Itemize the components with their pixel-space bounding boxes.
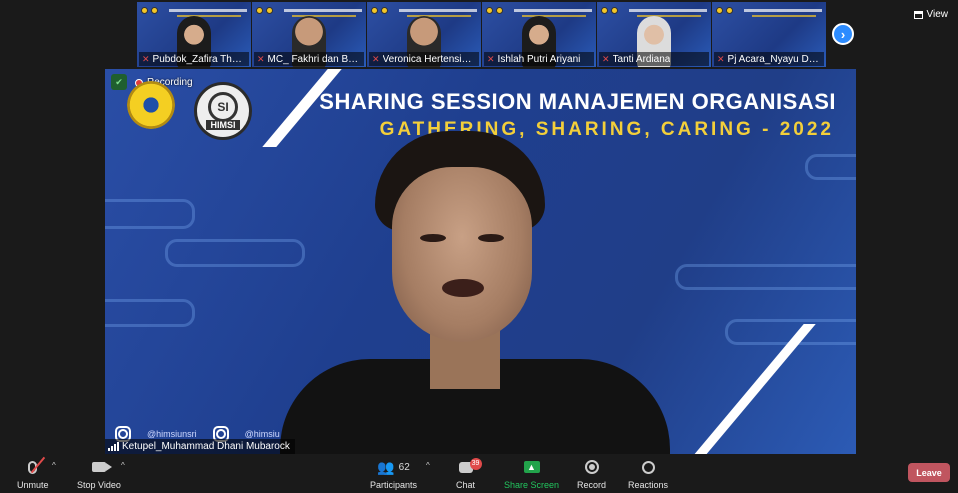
participant-label: ✕ MC_ Fakhri dan Brintha bbox=[254, 52, 364, 66]
participant-name: Pubdok_Zafira Thuraya bbox=[152, 53, 246, 65]
leave-button[interactable]: Leave bbox=[908, 463, 950, 482]
social-handle: @himsiu bbox=[244, 429, 280, 439]
speaker-face bbox=[392, 167, 532, 342]
signal-strength-icon bbox=[108, 442, 119, 451]
speaker-mouth bbox=[442, 279, 484, 297]
participant-thumbnail-strip: ✕ Pubdok_Zafira Thuraya ✕ MC_ Fakhri dan… bbox=[137, 2, 826, 67]
video-camera-icon bbox=[91, 462, 112, 472]
participant-name: Veronica Hertensia Le... bbox=[382, 53, 476, 65]
record-icon bbox=[584, 460, 599, 474]
participants-count: 62 bbox=[398, 461, 410, 473]
chevron-right-icon: › bbox=[840, 26, 846, 42]
background-wave bbox=[805, 154, 856, 180]
participants-button[interactable]: 👥 62 Participants bbox=[370, 457, 418, 491]
chat-bubble-icon: 39 bbox=[458, 457, 482, 473]
video-options-chevron-icon[interactable]: ^ bbox=[121, 461, 125, 470]
view-button[interactable]: View bbox=[913, 9, 949, 20]
participant-thumbnail[interactable]: ✕ Pj Acara_Nyayu Dwi T... bbox=[712, 2, 826, 67]
meeting-toolbar: Unmute ^ Stop Video ^ 👥 62 Participants ^… bbox=[0, 455, 958, 493]
chat-label: Chat bbox=[456, 480, 476, 490]
background-wave bbox=[675, 264, 856, 290]
reactions-button[interactable]: Reactions bbox=[628, 457, 668, 490]
participants-icon: 👥 bbox=[377, 458, 395, 475]
event-title: SHARING SESSION MANAJEMEN ORGANISASI bbox=[319, 89, 836, 114]
audio-options-chevron-icon[interactable]: ^ bbox=[52, 461, 56, 470]
encryption-shield-icon[interactable]: ✔ bbox=[111, 74, 127, 90]
stop-video-button[interactable]: Stop Video bbox=[77, 457, 121, 490]
mic-muted-icon: ✕ bbox=[602, 53, 610, 64]
participant-name: Pj Acara_Nyayu Dwi T... bbox=[727, 53, 821, 65]
social-handle: @himsiunsri bbox=[147, 429, 197, 439]
speaker-name: Ketupel_Muhammad Dhani Mubarock bbox=[122, 441, 290, 452]
reactions-label: Reactions bbox=[628, 480, 669, 490]
view-grid-icon bbox=[913, 10, 923, 19]
participant-name: MC_ Fakhri dan Brintha bbox=[267, 53, 361, 65]
participant-thumbnail[interactable]: ✕ Veronica Hertensia Le... bbox=[367, 2, 481, 67]
university-logo bbox=[127, 81, 175, 129]
chat-button[interactable]: 39 Chat bbox=[456, 457, 482, 490]
participants-label: Participants bbox=[370, 480, 418, 490]
share-screen-button[interactable]: ▲ Share Screen bbox=[504, 457, 559, 490]
zoom-meeting-window: ✕ Pubdok_Zafira Thuraya ✕ MC_ Fakhri dan… bbox=[0, 0, 958, 493]
participant-thumbnail[interactable]: ✕ MC_ Fakhri dan Brintha bbox=[252, 2, 366, 67]
participant-label: ✕ Pj Acara_Nyayu Dwi T... bbox=[714, 52, 824, 66]
participant-thumbnail[interactable]: ✕ Tanti Ardiana bbox=[597, 2, 711, 67]
participant-thumbnail[interactable]: ✕ Ishlah Putri Ariyani bbox=[482, 2, 596, 67]
unmute-label: Unmute bbox=[17, 480, 49, 490]
mic-muted-icon: ✕ bbox=[487, 53, 495, 64]
record-button[interactable]: Record bbox=[577, 457, 606, 490]
himsi-si-mark: SI bbox=[208, 92, 238, 122]
participants-options-chevron-icon[interactable]: ^ bbox=[426, 461, 430, 470]
stop-video-label: Stop Video bbox=[77, 480, 121, 490]
mic-muted-icon: ✕ bbox=[257, 53, 265, 64]
participant-label: ✕ Pubdok_Zafira Thuraya bbox=[139, 52, 249, 66]
participant-thumbnail[interactable]: ✕ Pubdok_Zafira Thuraya bbox=[137, 2, 251, 67]
participant-label: ✕ Veronica Hertensia Le... bbox=[369, 52, 479, 66]
speaker-eye bbox=[478, 234, 504, 242]
next-page-button[interactable]: › bbox=[832, 23, 854, 45]
mic-muted-icon: ✕ bbox=[717, 53, 725, 64]
active-speaker-video: ✔ Recording SI HIMSI SHARING SESSION MAN… bbox=[105, 69, 856, 454]
unmute-button[interactable]: Unmute bbox=[17, 456, 49, 490]
share-screen-icon: ▲ bbox=[523, 461, 540, 473]
mic-muted-icon: ✕ bbox=[142, 53, 150, 64]
speaker-eye bbox=[420, 234, 446, 242]
share-screen-label: Share Screen bbox=[504, 480, 560, 490]
background-wave bbox=[105, 299, 195, 327]
chat-unread-badge: 39 bbox=[469, 457, 482, 470]
himsi-logo: SI HIMSI bbox=[194, 82, 252, 140]
mic-muted-icon: ✕ bbox=[372, 53, 380, 64]
participant-name: Ishlah Putri Ariyani bbox=[497, 53, 581, 65]
smiley-plus-icon bbox=[641, 460, 655, 474]
record-label: Record bbox=[577, 480, 607, 490]
speaker-name-tag: Ketupel_Muhammad Dhani Mubarock bbox=[105, 439, 295, 454]
participant-label: ✕ Ishlah Putri Ariyani bbox=[484, 52, 594, 66]
himsi-text: HIMSI bbox=[206, 120, 240, 130]
participant-name: Tanti Ardiana bbox=[612, 53, 671, 65]
speaker-figure bbox=[280, 129, 670, 454]
participant-label: ✕ Tanti Ardiana bbox=[599, 52, 709, 66]
background-wave bbox=[105, 199, 195, 229]
view-label: View bbox=[926, 9, 949, 20]
